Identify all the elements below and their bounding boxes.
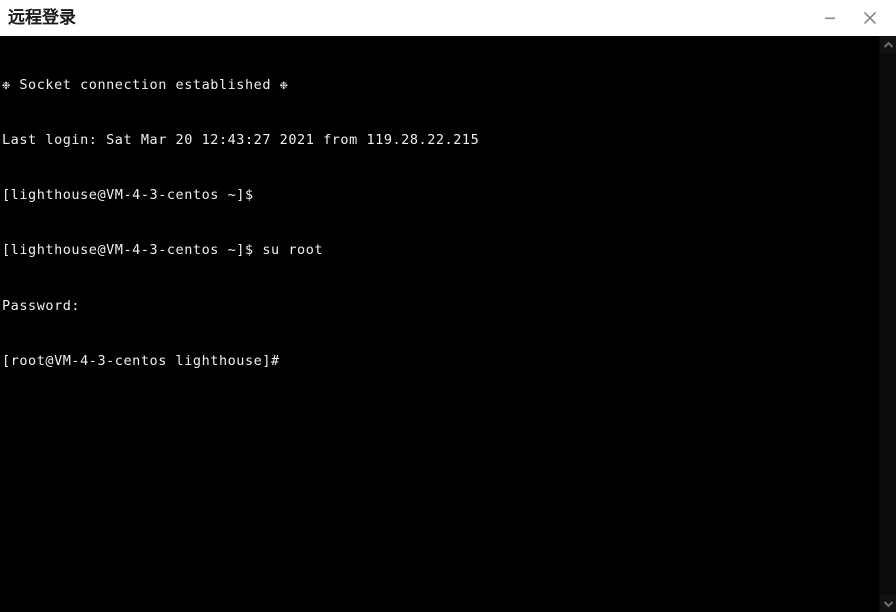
scrollbar-track[interactable] [879,53,896,595]
terminal-line-prompt-user: [lighthouse@VM-4-3-centos ~]$ [2,187,254,204]
terminal-line-command-su: [lighthouse@VM-4-3-centos ~]$ su root [2,242,324,259]
minimize-icon [825,17,835,20]
terminal-line-last-login: Last login: Sat Mar 20 12:43:27 2021 fro… [2,132,480,149]
terminal-line-password: Password: [2,297,81,314]
scroll-up-button[interactable] [879,36,896,53]
scroll-down-button[interactable] [879,595,896,612]
close-button[interactable] [852,0,888,36]
terminal-text: ❉ Socket connection established ❉ Last l… [2,39,872,407]
remote-login-window: 远程登录 ❉ Socket connection established ❉ L… [0,0,896,612]
terminal-scrollbar[interactable] [879,36,896,612]
window-titlebar: 远程登录 [0,0,896,36]
close-icon [863,11,877,25]
terminal-line-banner: ❉ Socket connection established ❉ [2,76,289,93]
chevron-up-icon [883,41,893,48]
window-title: 远程登录 [8,8,76,28]
terminal-line-prompt-root: [root@VM-4-3-centos lighthouse]# [2,352,280,369]
window-controls [812,0,896,36]
terminal-output-area[interactable]: ❉ Socket connection established ❉ Last l… [0,36,896,612]
minimize-button[interactable] [812,0,848,36]
chevron-down-icon [883,600,893,607]
